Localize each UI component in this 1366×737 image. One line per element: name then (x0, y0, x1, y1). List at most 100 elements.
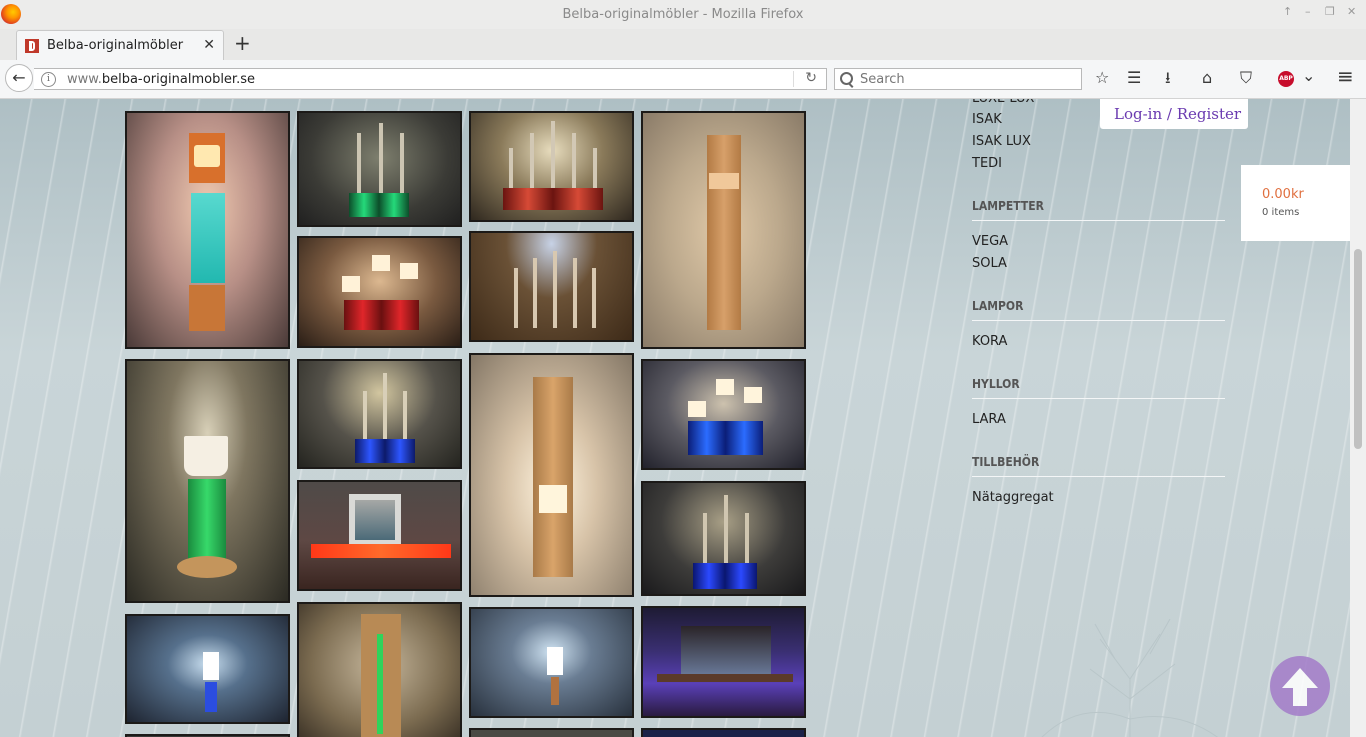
candle (403, 391, 407, 441)
bookmark-star-icon[interactable]: ☆ (1095, 69, 1109, 87)
sidebar-item-nataggregat[interactable]: Nätaggregat (972, 490, 1054, 505)
red-shelf-glow (311, 544, 451, 558)
decorative-tree-icon (1041, 619, 1218, 737)
url-domain: belba-originalmobler.se (101, 72, 255, 87)
lantern-green-stem (188, 479, 226, 559)
blue-glow (355, 439, 415, 463)
product-photo-lamp-white[interactable] (125, 614, 290, 724)
product-photo-candelabra-3-blue[interactable] (297, 359, 462, 469)
wood-panel (707, 135, 741, 330)
product-photo-shelf-red-picture[interactable] (297, 480, 462, 591)
reload-icon[interactable]: ↻ (805, 70, 817, 86)
picture (681, 626, 771, 676)
tab-close-icon[interactable]: ✕ (203, 37, 215, 53)
tealight (539, 485, 567, 513)
candle (573, 258, 577, 328)
candle (514, 268, 518, 328)
product-photo-partial-col4[interactable] (641, 728, 806, 737)
product-photo-candelabra-5-blue-light[interactable] (469, 231, 634, 342)
url-bar[interactable]: i www.belba-originalmobler.se ↻ (34, 68, 827, 90)
window-titlebar: Belba-originalmöbler - Mozilla Firefox ↑… (0, 0, 1366, 29)
candle (553, 251, 557, 328)
sidebar-item-lara[interactable]: LARA (972, 412, 1006, 427)
login-register-label: Log-in / Register (1114, 105, 1242, 123)
product-photo-candelabra-3-blue-2[interactable] (641, 481, 806, 596)
pocket-icon[interactable]: ⛉ (1240, 69, 1252, 87)
product-photo-candelabra-5-red[interactable] (469, 111, 634, 222)
shelf-glow (709, 173, 739, 189)
adblock-dropdown-chevron-down-icon[interactable]: ⌄ (1302, 67, 1315, 85)
shelf (657, 674, 793, 682)
adblock-plus-icon[interactable]: ABP (1278, 71, 1294, 87)
green-glow (349, 193, 409, 217)
candle (593, 148, 597, 188)
cart-total: 0.00kr (1262, 187, 1304, 202)
product-photo-lantern-green[interactable] (125, 359, 290, 603)
product-photo-tealight-3-red[interactable] (297, 236, 462, 348)
candle (363, 391, 367, 441)
sidebar-divider (972, 320, 1225, 321)
product-photo-tealight-3-blue[interactable] (641, 359, 806, 470)
scroll-to-top-button[interactable] (1270, 656, 1330, 716)
candle (357, 133, 361, 193)
candle (724, 495, 728, 565)
candle (533, 258, 537, 328)
scrollbar-thumb[interactable] (1354, 249, 1362, 449)
lamp-glow (194, 145, 220, 167)
hamburger-menu-icon[interactable]: ≡ (1337, 66, 1354, 86)
window-maximize-button[interactable]: ❐ (1325, 5, 1335, 18)
url-text[interactable]: www.belba-originalmobler.se (67, 72, 255, 87)
blue-glow (688, 421, 763, 455)
sidebar-item-isak-lux[interactable]: ISAK LUX (972, 134, 1031, 149)
site-info-icon[interactable]: i (41, 72, 56, 87)
window-minimize-button[interactable]: – (1305, 5, 1311, 18)
candle (572, 133, 576, 188)
sidebar-item-tedi[interactable]: TEDI (972, 156, 1002, 171)
sidebar-heading-tillbehor: TILLBEHÖR (972, 455, 1040, 469)
page-scrollbar[interactable] (1350, 99, 1366, 737)
candle (379, 123, 383, 193)
sidebar-item-sola[interactable]: SOLA (972, 256, 1007, 271)
new-tab-button[interactable]: + (234, 33, 251, 53)
navigation-toolbar: ← i www.belba-originalmobler.se ↻ Search… (0, 60, 1366, 99)
sidebar-item-isak[interactable]: ISAK (972, 112, 1002, 127)
product-photo-shelf-blue-picture[interactable] (641, 606, 806, 718)
product-photo-wall-lamp-green[interactable] (297, 602, 462, 737)
downloads-icon[interactable]: ⭳ (1165, 69, 1171, 87)
sidebar-item-vega[interactable]: VEGA (972, 234, 1008, 249)
sidebar-item-kora[interactable]: KORA (972, 334, 1007, 349)
product-photo-wall-sconce-wood[interactable] (641, 111, 806, 349)
mini-cart[interactable]: 0.00kr 0 items (1241, 165, 1350, 241)
search-placeholder: Search (860, 72, 905, 87)
tab-belba[interactable]: Belba-originalmöbler ✕ (16, 30, 224, 60)
sidebar-divider (972, 476, 1225, 477)
tealight (716, 379, 734, 395)
sidebar-heading-lampetter: LAMPETTER (972, 199, 1044, 213)
lamp-wood-base (189, 285, 225, 331)
arrow-up-icon (1282, 668, 1318, 706)
product-photo-wall-lamp-tealight[interactable] (469, 353, 634, 597)
product-photo-lamp-white-2[interactable] (469, 607, 634, 718)
login-register-button[interactable]: Log-in / Register (1100, 99, 1248, 129)
product-photo-partial-col3[interactable] (469, 728, 634, 737)
window-up-icon[interactable]: ↑ (1283, 5, 1292, 18)
window-close-button[interactable]: ✕ (1347, 5, 1356, 18)
window-title: Belba-originalmöbler - Mozilla Firefox (562, 7, 804, 22)
product-photo-candelabra-3-green[interactable] (297, 111, 462, 227)
lamp-white-shade (547, 647, 563, 675)
home-icon[interactable]: ⌂ (1202, 69, 1212, 87)
url-separator (793, 71, 794, 87)
wood-panel (533, 377, 573, 577)
sidebar-divider (972, 398, 1225, 399)
tealight (342, 276, 360, 292)
search-input[interactable]: Search (834, 68, 1082, 90)
belba-favicon-icon (25, 39, 39, 53)
red-glow (503, 188, 603, 210)
green-strip (377, 634, 383, 734)
back-button[interactable]: ← (5, 64, 33, 92)
product-photo-wall-lamp-teal[interactable] (125, 111, 290, 349)
sidebar-heading-hyllor: HYLLOR (972, 377, 1020, 391)
reading-list-icon[interactable]: ☰ (1127, 69, 1141, 87)
lamp-white-shade (203, 652, 219, 680)
tab-title: Belba-originalmöbler (47, 38, 184, 53)
